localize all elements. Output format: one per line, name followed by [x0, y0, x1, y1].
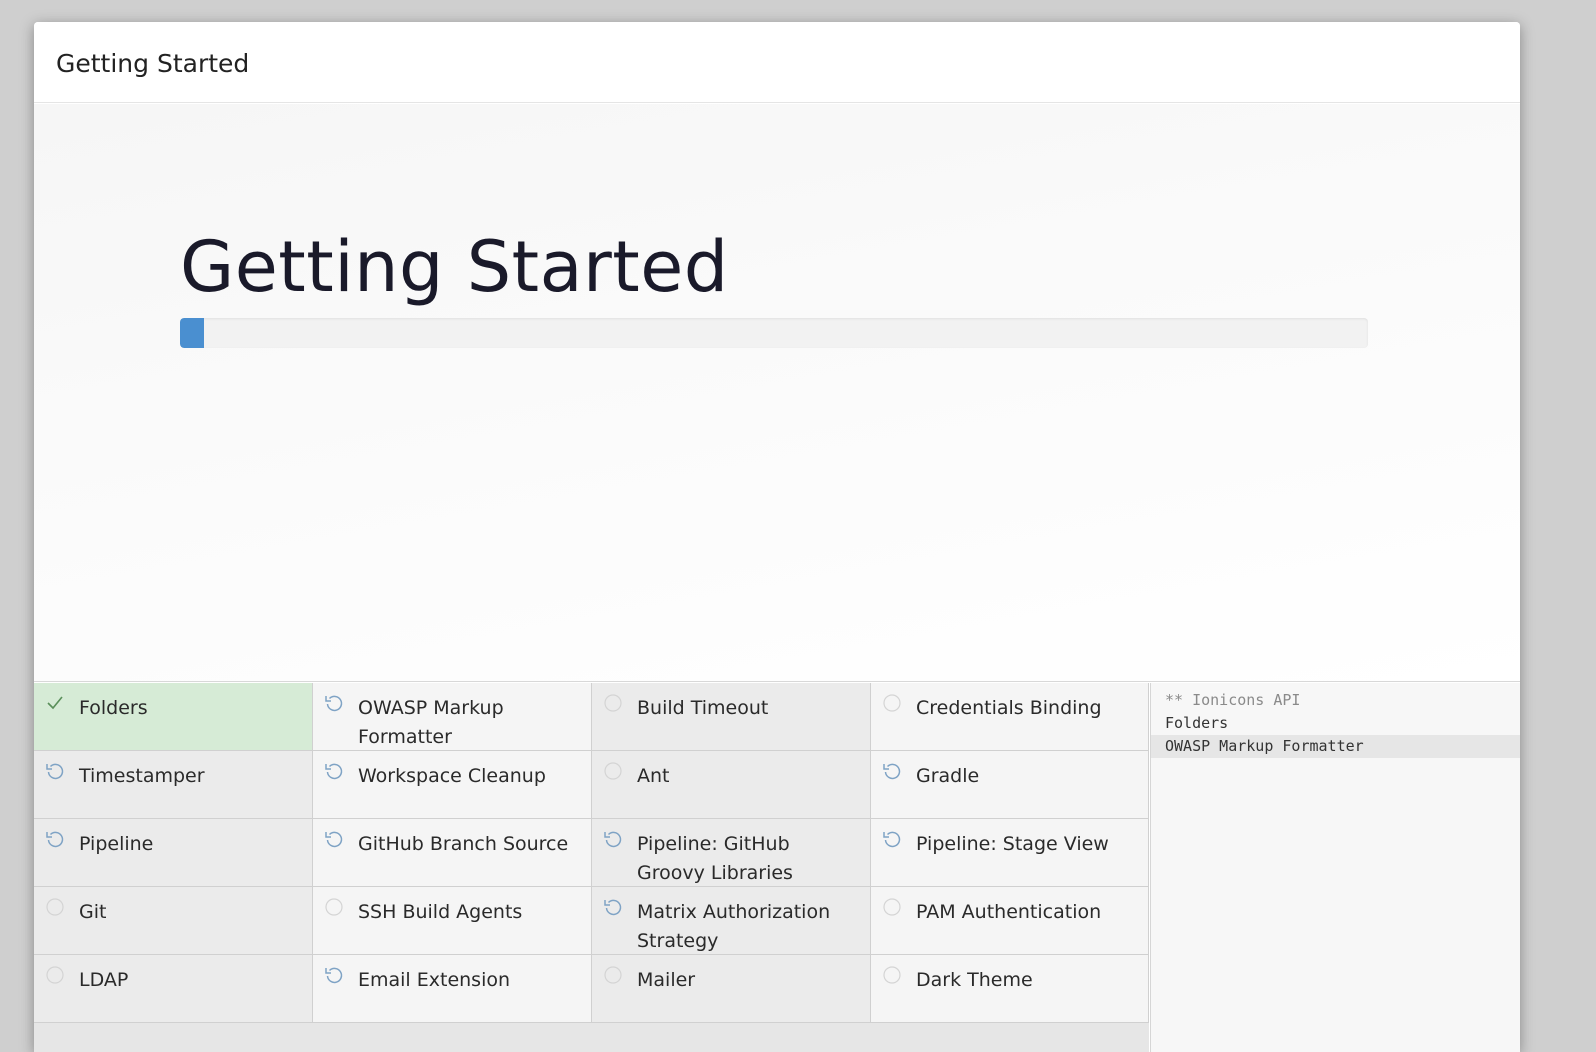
dialog-header: Getting Started [34, 22, 1520, 103]
refresh-icon [323, 964, 345, 986]
plugin-label: Matrix Authorization Strategy [637, 901, 831, 952]
refresh-icon [881, 760, 903, 782]
hero-title: Getting Started [180, 226, 729, 308]
plugin-label: Pipeline: GitHub Groovy Libraries [637, 833, 793, 884]
log-line: Folders [1165, 714, 1229, 732]
plugin-cell: Gradle [871, 751, 1149, 819]
plugin-label: Email Extension [358, 969, 511, 991]
plugin-label: SSH Build Agents [358, 901, 523, 923]
refresh-icon [44, 828, 66, 850]
plugin-cell: Timestamper [34, 751, 313, 819]
plugin-label: Mailer [637, 969, 696, 991]
plugin-label: PAM Authentication [916, 901, 1102, 923]
plugin-cell: Ant [592, 751, 871, 819]
refresh-icon [323, 828, 345, 850]
plugin-cell: Folders [34, 683, 313, 751]
plugin-label: Gradle [916, 765, 980, 787]
plugin-label: Pipeline: Stage View [916, 833, 1109, 855]
plugin-cell: Workspace Cleanup [313, 751, 592, 819]
log-line: ** Ionicons API [1165, 691, 1301, 709]
plugin-cell: Credentials Binding [871, 683, 1149, 751]
plugin-label: Pipeline [79, 833, 154, 855]
plugin-cell: Build Timeout [592, 683, 871, 751]
check-icon [44, 692, 66, 714]
circle-icon [881, 896, 903, 918]
circle-icon [44, 896, 66, 918]
refresh-icon [323, 760, 345, 782]
plugin-cell: Email Extension [313, 955, 592, 1023]
plugin-label: Git [79, 901, 107, 923]
refresh-icon [602, 896, 624, 918]
circle-icon [881, 692, 903, 714]
plugin-cell: Pipeline [34, 819, 313, 887]
refresh-icon [881, 828, 903, 850]
hero-panel: Getting Started [34, 104, 1520, 682]
plugin-cell: Pipeline: GitHub Groovy Libraries [592, 819, 871, 887]
plugin-cell: Dark Theme [871, 955, 1149, 1023]
plugin-label: LDAP [79, 969, 129, 991]
plugin-label: GitHub Branch Source [358, 833, 569, 855]
circle-icon [323, 896, 345, 918]
plugin-grid: Folders OWASP Markup Formatter Build Timeo… [34, 683, 1149, 1023]
plugin-label: Credentials Binding [916, 697, 1102, 719]
plugin-cell: Matrix Authorization Strategy [592, 887, 871, 955]
install-log[interactable]: ** Ionicons API Folders OWASP Markup Forma… [1150, 683, 1520, 1052]
log-line: OWASP Markup Formatter [1151, 735, 1520, 758]
plugin-label: Dark Theme [916, 969, 1033, 991]
circle-icon [602, 692, 624, 714]
refresh-icon [323, 692, 345, 714]
plugin-grid-panel: Folders OWASP Markup Formatter Build Timeo… [34, 683, 1149, 1052]
plugin-cell: Mailer [592, 955, 871, 1023]
refresh-icon [44, 760, 66, 782]
dialog-title: Getting Started [56, 49, 250, 78]
plugin-cell: Git [34, 887, 313, 955]
progress-fill [180, 318, 204, 348]
circle-icon [881, 964, 903, 986]
install-progress-bar [180, 318, 1368, 348]
plugin-cell: LDAP [34, 955, 313, 1023]
plugin-cell: Pipeline: Stage View [871, 819, 1149, 887]
plugin-label: Build Timeout [637, 697, 769, 719]
plugin-label: Timestamper [79, 765, 205, 787]
plugin-label: Ant [637, 765, 670, 787]
circle-icon [602, 760, 624, 782]
plugin-cell: PAM Authentication [871, 887, 1149, 955]
circle-icon [44, 964, 66, 986]
plugin-label: OWASP Markup Formatter [358, 697, 504, 748]
plugin-cell: GitHub Branch Source [313, 819, 592, 887]
plugin-label: Folders [79, 697, 148, 719]
plugin-label: Workspace Cleanup [358, 765, 546, 787]
plugin-cell: OWASP Markup Formatter [313, 683, 592, 751]
circle-icon [602, 964, 624, 986]
getting-started-dialog: Getting Started Getting Started Folders O… [34, 22, 1520, 1052]
plugin-cell: SSH Build Agents [313, 887, 592, 955]
refresh-icon [602, 828, 624, 850]
